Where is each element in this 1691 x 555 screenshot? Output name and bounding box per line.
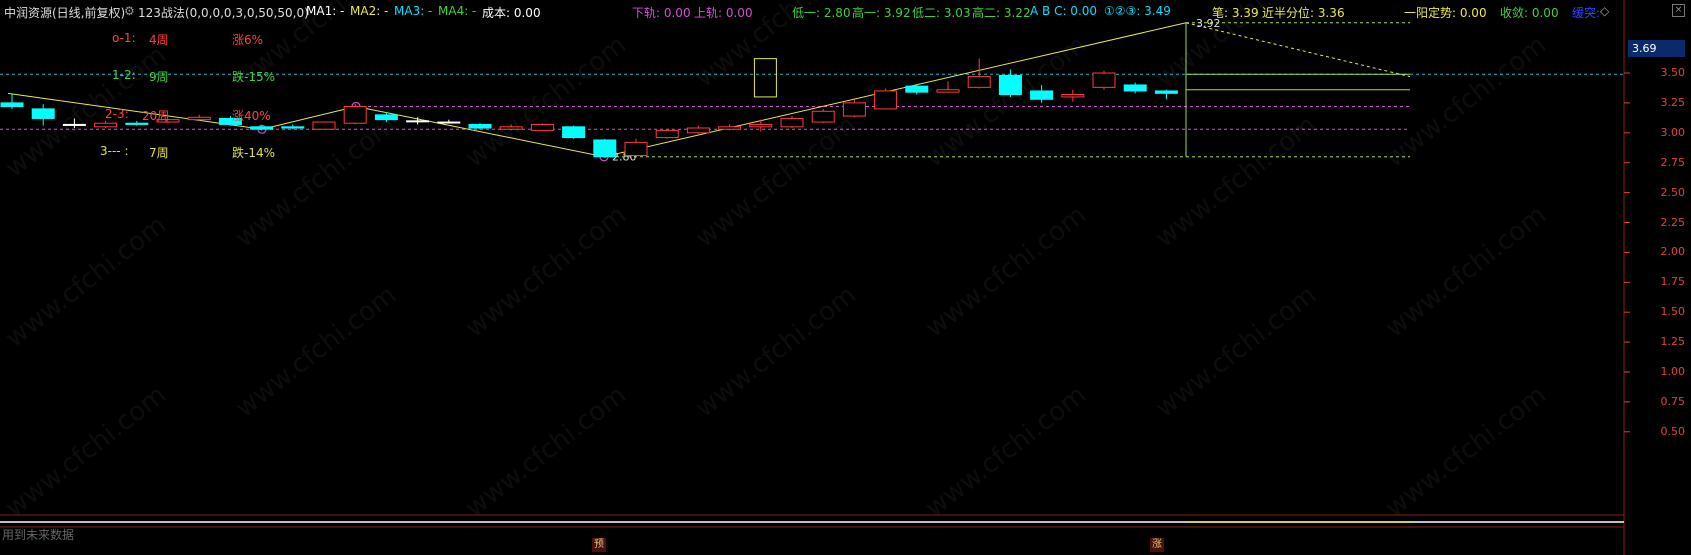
candle-body [655, 129, 679, 139]
stat-change: 跌-15% [232, 70, 276, 84]
candle-body [1123, 84, 1147, 92]
stat-period: 9周 [149, 70, 169, 84]
candle-body [718, 126, 742, 130]
candle-body [1030, 90, 1054, 100]
y-tick-label: 1.00 [1660, 365, 1686, 378]
ma3-label: MA3: - [394, 4, 433, 18]
stat-period: 20周 [142, 109, 170, 123]
diamond-icon[interactable]: ◇ [1600, 4, 1609, 18]
y-tick-label: 0.50 [1660, 424, 1686, 438]
candle-body [905, 85, 929, 93]
y-tick-label: 1.25 [1660, 335, 1686, 349]
shoulian-label: 收敛: 0.00 [1500, 6, 1559, 20]
candle-body [624, 141, 648, 157]
candle-body [811, 110, 835, 123]
zigzag-projection [1185, 22, 1411, 78]
yiyang-label: 一阳定势: 0.00 [1404, 6, 1487, 20]
candle-body [94, 122, 118, 128]
upper-rail-label: 上轨: 0.00 [694, 6, 753, 20]
stat-change: 跌-14% [232, 146, 276, 160]
y-tick-label: 1.75 [1660, 275, 1686, 289]
candle-body [562, 126, 586, 139]
candle-body [406, 120, 430, 123]
ma4-label: MA4: - [438, 4, 477, 18]
stat-change: 涨40% [232, 109, 271, 123]
candle-body [437, 121, 461, 124]
indicator-header: 中润资源(日线,前复权) ⚙ 123战法(0,0,0,0,3,0,50,50,0… [0, 0, 1620, 22]
indicator-name[interactable]: 123战法(0,0,0,0,3,0,50,50,0) [138, 4, 309, 21]
stat-period: 4周 [149, 33, 169, 47]
future-data-note: 用到未来数据 [2, 528, 75, 542]
candle-body [187, 116, 211, 121]
candle-body [530, 123, 554, 131]
candle-body [374, 114, 398, 121]
candle-body [281, 126, 305, 129]
settings-icon[interactable]: ⚙ [124, 4, 135, 18]
low2-label: 低二: 3.03 [912, 6, 971, 20]
candle-body [312, 121, 336, 130]
candle-body [1092, 72, 1116, 88]
price-axis[interactable]: 3.50 3.25 3.00 2.75 2.50 2.25 2.00 1.75 1.50 1.25… [1624, 20, 1691, 555]
y-tick-label: 2.75 [1660, 155, 1686, 169]
candle-body [343, 105, 367, 124]
y-tick-label: 2.00 [1660, 245, 1686, 259]
y-tick-label: 2.25 [1660, 215, 1686, 229]
candle-body [749, 123, 773, 128]
candle-body [998, 74, 1022, 96]
cost-label: 成本: 0.00 [482, 6, 541, 20]
stock-name[interactable]: 中润资源(日线,前复权) [4, 4, 125, 21]
ma2-label: MA2: - [350, 4, 389, 18]
signal-mark-zhang[interactable]: 涨 [1150, 538, 1164, 552]
candle-body [62, 123, 86, 126]
stat-period: 7周 [149, 146, 169, 160]
candle-body [31, 108, 55, 119]
candle-body [686, 127, 710, 134]
current-price-tag: 3.69 [1628, 40, 1685, 57]
xu-label: 缓突: [1572, 6, 1601, 20]
candle-body [874, 90, 898, 110]
candle-body [967, 76, 991, 88]
candle-body [468, 123, 492, 129]
low1-label: 低一: 2.80 [792, 6, 851, 20]
ma1-label: MA1: - [306, 4, 345, 18]
abc-label: A B C: 0.00 [1030, 4, 1098, 18]
y-tick-label: 3.25 [1660, 95, 1686, 109]
high2-label: 高二: 3.22 [972, 6, 1031, 20]
candle-body [1061, 94, 1085, 98]
y-tick-label: 3.50 [1660, 66, 1686, 79]
stat-label: 3--- : [100, 144, 129, 158]
candle-body [936, 89, 960, 93]
signal-mark-pre[interactable]: 预 [592, 538, 606, 552]
half-quantile-label: 近半分位: 3.36 [1262, 6, 1345, 20]
y-tick-label: 1.50 [1660, 305, 1686, 319]
candle-body [250, 126, 274, 130]
y-tick-label: 2.50 [1660, 185, 1686, 199]
candle-body [780, 117, 804, 128]
candle-body [842, 102, 866, 117]
close-icon[interactable]: × [1672, 4, 1685, 17]
stat-label: 2-3: [105, 107, 129, 121]
candle-body [593, 139, 617, 158]
y-tick-label: 0.75 [1660, 394, 1686, 408]
stat-label: o-1: [112, 31, 136, 45]
signal-box [753, 58, 777, 98]
candle-body [499, 126, 523, 130]
stat-label: 1-2: [112, 68, 136, 82]
circled-label: ①②③: 3.49 [1104, 4, 1171, 18]
y-tick-label: 3.00 [1660, 125, 1686, 139]
candle-body [1154, 90, 1178, 94]
high1-label: 高一: 3.92 [852, 6, 911, 20]
bi-label: 笔: 3.39 [1212, 6, 1259, 20]
candle-body [0, 102, 24, 107]
stat-change: 涨6% [232, 33, 264, 47]
lower-rail-label: 下轨: 0.00 [632, 6, 691, 20]
